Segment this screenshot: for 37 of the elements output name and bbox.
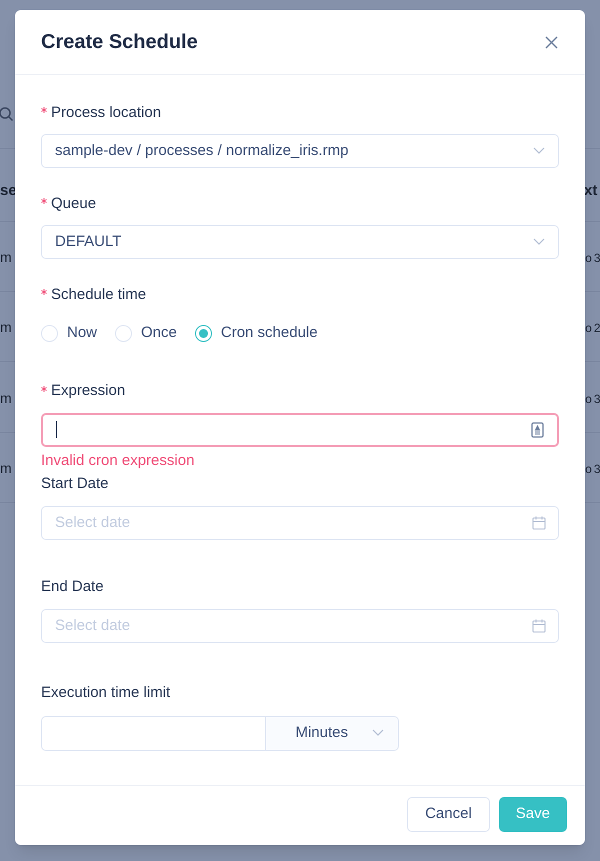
radio-option[interactable]: Cron schedule (194, 322, 318, 344)
radio-option[interactable]: Once (115, 322, 177, 344)
chevron-down-icon (533, 238, 545, 246)
queue-select[interactable]: DEFAULT (41, 225, 559, 259)
expression-field[interactable] (41, 412, 559, 446)
table-cell-text: o 3 (585, 250, 600, 267)
table-cell-text: o 3 (585, 461, 600, 478)
error-message: Invalid cron expression (41, 450, 196, 470)
table-cell-text: m (0, 318, 12, 337)
start-date-field[interactable]: Select date (41, 506, 559, 540)
field-label: Process location (51, 102, 162, 123)
field-label: Expression (51, 381, 126, 402)
search-icon (0, 106, 14, 122)
table-cell-text: o 2 (585, 320, 600, 337)
field-label: Execution time limit (41, 684, 170, 700)
end-date-field[interactable]: Select date (41, 608, 559, 642)
unit-select[interactable]: Minutes (266, 716, 399, 750)
field-label: End Date (41, 577, 104, 598)
process-location-select[interactable]: sample-dev / processes / normalize_iris.rmp (41, 134, 559, 168)
close-button[interactable] (543, 34, 559, 50)
table-header: xt (584, 181, 598, 201)
radio-option[interactable]: Now (41, 322, 98, 344)
calendar-icon (532, 516, 546, 530)
chevron-down-icon (372, 729, 384, 737)
table-cell-text: m (0, 459, 12, 478)
table-cell-text: o 3 (585, 391, 600, 408)
contact-card-icon (531, 422, 544, 438)
time-limit-input[interactable] (41, 716, 266, 750)
table-cell-text: m (0, 248, 12, 267)
field-label: Queue (51, 194, 96, 214)
chevron-down-icon (533, 147, 545, 155)
table-cell-text: m (0, 389, 12, 408)
calendar-icon (532, 618, 546, 632)
field-label: Schedule time (51, 284, 146, 305)
field-label: Start Date (41, 474, 109, 494)
dialog-title: Create Schedule (41, 30, 198, 55)
cancel-button[interactable]: Cancel (407, 797, 490, 832)
